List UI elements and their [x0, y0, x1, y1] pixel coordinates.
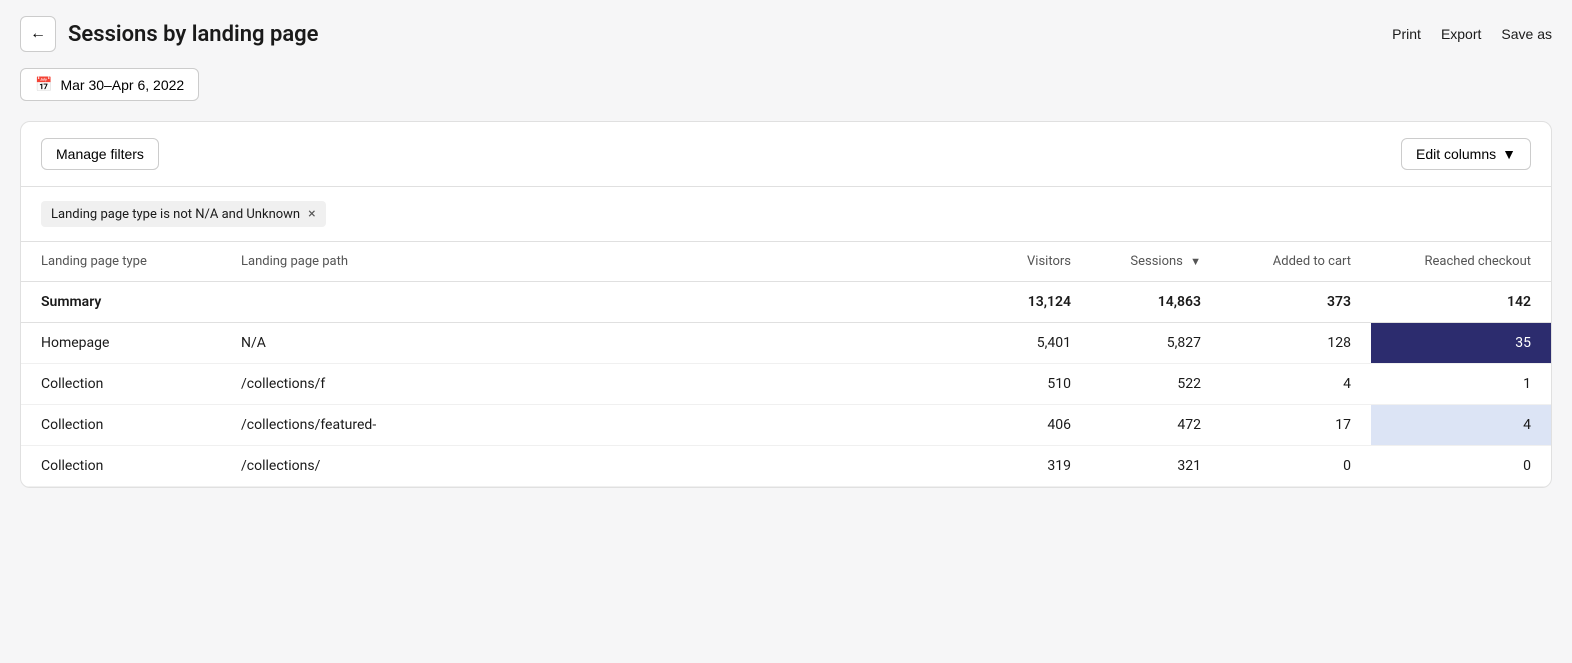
- table-row: Collection/collections/f51052241: [21, 364, 1551, 405]
- data-table: Landing page type Landing page path Visi…: [21, 242, 1551, 487]
- print-button[interactable]: Print: [1392, 26, 1421, 42]
- cell-landing-type: Collection: [21, 446, 221, 487]
- col-header-landing-path: Landing page path: [221, 242, 961, 282]
- cell-sessions: 5,827: [1091, 323, 1221, 364]
- table-row: Collection/collections/featured-40647217…: [21, 405, 1551, 446]
- save-as-button[interactable]: Save as: [1501, 26, 1552, 42]
- summary-sessions: 14,863: [1091, 282, 1221, 323]
- summary-row: Summary 13,124 14,863 373 142: [21, 282, 1551, 323]
- filter-tag-label: Landing page type is not N/A and Unknown: [51, 207, 300, 222]
- sort-icon: ▼: [1190, 255, 1201, 268]
- col-header-reached-checkout[interactable]: Reached checkout: [1371, 242, 1551, 282]
- cell-sessions: 472: [1091, 405, 1221, 446]
- cell-reached-checkout: 35: [1371, 323, 1551, 364]
- cell-added-to-cart: 17: [1221, 405, 1371, 446]
- cell-landing-path: /collections/: [221, 446, 961, 487]
- back-button[interactable]: ←: [20, 16, 56, 52]
- date-filter-button[interactable]: 📅 Mar 30–Apr 6, 2022: [20, 68, 199, 101]
- cell-landing-path: N/A: [221, 323, 961, 364]
- col-header-visitors[interactable]: Visitors: [961, 242, 1091, 282]
- edit-columns-label: Edit columns: [1416, 146, 1496, 162]
- cell-reached-checkout: 1: [1371, 364, 1551, 405]
- edit-columns-button[interactable]: Edit columns ▼: [1401, 138, 1531, 170]
- summary-label: Summary: [21, 282, 961, 323]
- cell-landing-type: Collection: [21, 405, 221, 446]
- date-filter-label: Mar 30–Apr 6, 2022: [60, 77, 184, 93]
- page-header: ← Sessions by landing page Print Export …: [20, 16, 1552, 52]
- header-left: ← Sessions by landing page: [20, 16, 319, 52]
- summary-visitors: 13,124: [961, 282, 1091, 323]
- table-row: HomepageN/A5,4015,82712835: [21, 323, 1551, 364]
- filter-tag: Landing page type is not N/A and Unknown…: [41, 201, 326, 227]
- filter-bar: Landing page type is not N/A and Unknown…: [21, 187, 1551, 242]
- cell-landing-type: Collection: [21, 364, 221, 405]
- back-icon: ←: [30, 25, 46, 43]
- filter-tag-remove[interactable]: ×: [308, 206, 315, 222]
- calendar-icon: 📅: [35, 76, 52, 93]
- cell-visitors: 319: [961, 446, 1091, 487]
- cell-landing-path: /collections/featured-: [221, 405, 961, 446]
- page-title: Sessions by landing page: [68, 22, 319, 47]
- cell-reached-checkout: 4: [1371, 405, 1551, 446]
- cell-added-to-cart: 4: [1221, 364, 1371, 405]
- table-header-row: Landing page type Landing page path Visi…: [21, 242, 1551, 282]
- cell-landing-path: /collections/f: [221, 364, 961, 405]
- cell-reached-checkout: 0: [1371, 446, 1551, 487]
- table-row: Collection/collections/31932100: [21, 446, 1551, 487]
- col-header-sessions[interactable]: Sessions ▼: [1091, 242, 1221, 282]
- manage-filters-button[interactable]: Manage filters: [41, 138, 159, 170]
- cell-added-to-cart: 128: [1221, 323, 1371, 364]
- cell-added-to-cart: 0: [1221, 446, 1371, 487]
- summary-reached-checkout: 142: [1371, 282, 1551, 323]
- summary-added-to-cart: 373: [1221, 282, 1371, 323]
- export-button[interactable]: Export: [1441, 26, 1481, 42]
- cell-landing-type: Homepage: [21, 323, 221, 364]
- highlighted-cell-dark: 35: [1371, 323, 1551, 363]
- col-header-added-to-cart[interactable]: Added to cart: [1221, 242, 1371, 282]
- main-card: Manage filters Edit columns ▼ Landing pa…: [20, 121, 1552, 488]
- cell-visitors: 510: [961, 364, 1091, 405]
- cell-sessions: 321: [1091, 446, 1221, 487]
- cell-visitors: 406: [961, 405, 1091, 446]
- card-toolbar: Manage filters Edit columns ▼: [21, 122, 1551, 187]
- header-actions: Print Export Save as: [1392, 26, 1552, 42]
- chevron-down-icon: ▼: [1502, 146, 1516, 162]
- col-header-landing-type: Landing page type: [21, 242, 221, 282]
- cell-visitors: 5,401: [961, 323, 1091, 364]
- cell-sessions: 522: [1091, 364, 1221, 405]
